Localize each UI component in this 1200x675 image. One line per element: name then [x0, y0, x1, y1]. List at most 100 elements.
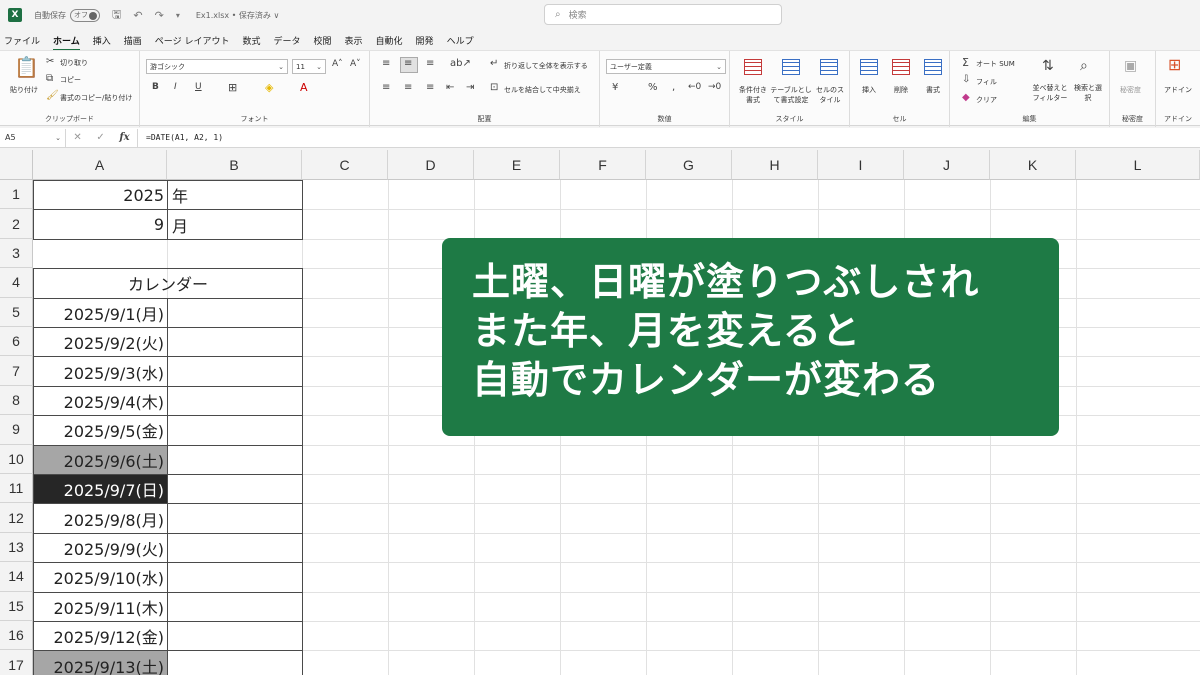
row-header-14[interactable]: 14: [0, 562, 33, 592]
row-header-16[interactable]: 16: [0, 621, 33, 651]
decrease-indent-icon[interactable]: ⇤: [446, 83, 454, 93]
autosave-toggle[interactable]: オフ: [70, 8, 100, 22]
row-header-6[interactable]: 6: [0, 327, 33, 357]
increase-decimal-icon[interactable]: ←0: [688, 83, 701, 92]
cell-b1-year-label[interactable]: 年: [167, 180, 303, 211]
align-top-icon[interactable]: ≡: [382, 59, 390, 69]
calendar-date-cell[interactable]: 2025/9/9(火): [33, 532, 168, 564]
save-icon[interactable]: 🖫: [112, 6, 121, 25]
calendar-memo-cell[interactable]: [167, 474, 303, 505]
row-header-10[interactable]: 10: [0, 444, 33, 474]
fill-button[interactable]: フィル: [976, 77, 997, 87]
format-painter-icon[interactable]: 🖌: [46, 91, 59, 101]
file-name[interactable]: Ex1.xlsx • 保存済み ∨: [196, 10, 279, 21]
row-header-7[interactable]: 7: [0, 356, 33, 386]
row-header-13[interactable]: 13: [0, 532, 33, 563]
tab-review[interactable]: 校閲: [314, 34, 332, 47]
calendar-memo-cell[interactable]: [167, 650, 303, 675]
column-header-c[interactable]: C: [302, 150, 388, 180]
fill-icon[interactable]: ⇩: [962, 75, 970, 85]
format-as-table-button[interactable]: テーブルとして書式設定: [770, 85, 812, 105]
borders-icon[interactable]: ⊞: [228, 82, 237, 93]
column-header-i[interactable]: I: [818, 150, 904, 180]
cell-a4-calendar-header[interactable]: カレンダー: [33, 268, 303, 299]
format-painter-button[interactable]: 書式のコピー/貼り付け: [60, 93, 132, 103]
wrap-text-button[interactable]: 折り返して全体を表示する: [504, 61, 588, 71]
format-as-table-icon[interactable]: [782, 59, 800, 75]
orientation-icon[interactable]: ab↗: [450, 59, 471, 69]
align-left-icon[interactable]: ≡: [382, 83, 390, 93]
calendar-date-cell[interactable]: 2025/9/13(土): [33, 650, 168, 675]
calendar-memo-cell[interactable]: [167, 327, 303, 358]
column-header-j[interactable]: J: [904, 150, 990, 180]
row-header-4[interactable]: 4: [0, 268, 33, 298]
column-header-g[interactable]: G: [646, 150, 732, 180]
wrap-text-icon[interactable]: ↵: [490, 59, 498, 69]
delete-cells-icon[interactable]: [892, 59, 910, 75]
row-header-17[interactable]: 17: [0, 650, 33, 675]
find-select-button[interactable]: 検索と選択: [1074, 83, 1102, 103]
format-cells-icon[interactable]: [924, 59, 942, 75]
tab-help[interactable]: ヘルプ: [447, 34, 474, 47]
autosum-icon[interactable]: Σ: [962, 57, 969, 68]
calendar-memo-cell[interactable]: [167, 297, 303, 328]
calendar-date-cell[interactable]: 2025/9/7(日): [33, 474, 168, 505]
align-bottom-icon[interactable]: ≡: [426, 59, 434, 69]
calendar-date-cell[interactable]: 2025/9/12(金): [33, 621, 168, 652]
comma-style-icon[interactable]: ,: [672, 83, 675, 93]
tab-formulas[interactable]: 数式: [242, 34, 260, 47]
conditional-format-icon[interactable]: [744, 59, 762, 75]
paste-button[interactable]: 貼り付け: [10, 85, 38, 95]
addin-icon[interactable]: ⊞: [1168, 57, 1181, 73]
cut-button[interactable]: 切り取り: [60, 58, 88, 68]
tab-page-layout[interactable]: ページ レイアウト: [155, 34, 230, 47]
calendar-memo-cell[interactable]: [167, 385, 303, 417]
calendar-memo-cell[interactable]: [167, 591, 303, 622]
column-header-b[interactable]: B: [167, 150, 302, 180]
customize-qat-icon[interactable]: ▾: [176, 11, 180, 20]
undo-icon[interactable]: ↶: [133, 9, 142, 22]
copy-icon[interactable]: ⧉: [46, 74, 53, 84]
sensitivity-icon[interactable]: ▣: [1124, 59, 1137, 73]
calendar-memo-cell[interactable]: [167, 356, 303, 387]
font-name-select[interactable]: 游ゴシック ⌄: [146, 59, 288, 74]
increase-indent-icon[interactable]: ⇥: [466, 83, 474, 93]
calendar-date-cell[interactable]: 2025/9/1(月): [33, 297, 168, 328]
tab-data[interactable]: データ: [273, 34, 300, 47]
tab-insert[interactable]: 挿入: [93, 34, 111, 47]
insert-cells-button[interactable]: 挿入: [862, 85, 876, 95]
cell-styles-icon[interactable]: [820, 59, 838, 75]
grow-font-icon[interactable]: A˄: [332, 60, 343, 69]
calendar-date-cell[interactable]: 2025/9/6(土): [33, 444, 168, 475]
sort-filter-icon[interactable]: ⇅: [1042, 59, 1054, 73]
cell-a2-month[interactable]: 9: [33, 209, 168, 240]
fill-color-icon[interactable]: ◈: [265, 82, 273, 93]
column-header-f[interactable]: F: [560, 150, 646, 180]
delete-cells-button[interactable]: 削除: [894, 85, 908, 95]
format-cells-button[interactable]: 書式: [926, 85, 940, 95]
copy-button[interactable]: コピー: [60, 75, 81, 85]
tab-draw[interactable]: 描画: [124, 34, 142, 47]
calendar-date-cell[interactable]: 2025/9/8(月): [33, 503, 168, 534]
currency-icon[interactable]: ¥: [612, 83, 618, 93]
cancel-icon[interactable]: ✕: [73, 132, 81, 143]
calendar-date-cell[interactable]: 2025/9/5(金): [33, 415, 168, 446]
merge-center-button[interactable]: セルを結合して中央揃え: [504, 85, 581, 95]
redo-icon[interactable]: ↷: [155, 9, 164, 22]
tab-developer[interactable]: 開発: [416, 34, 434, 47]
row-header-12[interactable]: 12: [0, 503, 33, 533]
column-header-l[interactable]: L: [1076, 150, 1200, 180]
autosum-button[interactable]: オート SUM: [976, 59, 1015, 69]
calendar-date-cell[interactable]: 2025/9/10(水): [33, 562, 168, 593]
align-right-icon[interactable]: ≡: [426, 83, 434, 93]
column-header-d[interactable]: D: [388, 150, 474, 180]
tab-view[interactable]: 表示: [345, 34, 363, 47]
cut-icon[interactable]: ✂: [46, 57, 54, 67]
merge-center-icon[interactable]: ⊡: [490, 83, 498, 93]
percent-icon[interactable]: %: [648, 83, 658, 93]
calendar-memo-cell[interactable]: [167, 444, 303, 475]
tab-home[interactable]: ホーム: [53, 34, 80, 51]
row-header-1[interactable]: 1: [0, 180, 33, 210]
formula-input[interactable]: =DATE(A1, A2, 1): [138, 133, 223, 142]
row-header-9[interactable]: 9: [0, 415, 33, 445]
